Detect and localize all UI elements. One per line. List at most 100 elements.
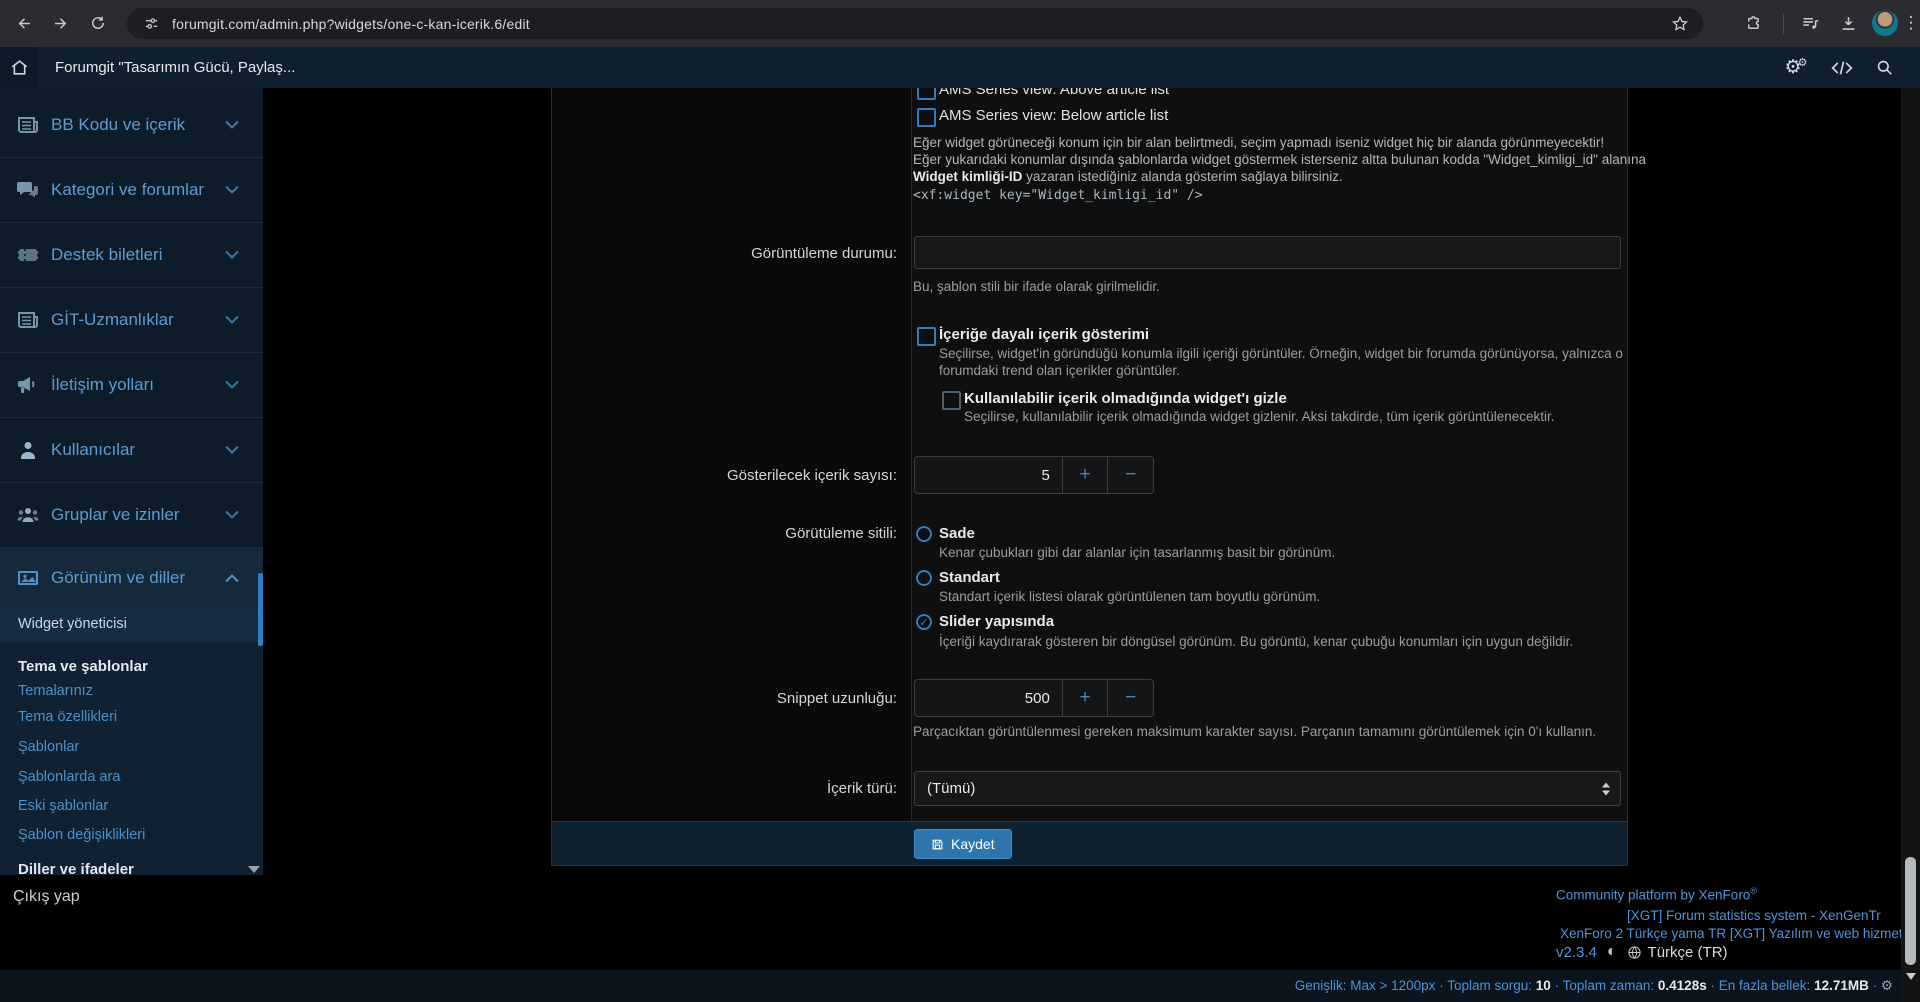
memory-value: 12.71MB [1814, 978, 1869, 993]
download-icon[interactable] [1836, 11, 1860, 35]
extensions-icon[interactable] [1742, 11, 1766, 35]
display-condition-input[interactable] [914, 236, 1621, 269]
hide-empty-checkbox[interactable] [942, 391, 961, 410]
style-radio-standard[interactable] [916, 570, 932, 586]
site-info-icon[interactable] [143, 15, 160, 32]
count-decrement-button[interactable]: − [1107, 457, 1153, 493]
url-text[interactable]: forumgit.com/admin.php?widgets/one-c-kan… [172, 16, 530, 32]
hide-empty-desc: Seçilirse, kullanılabilir içerik olmadığ… [964, 409, 1555, 424]
sidebar-link-widget-manager[interactable]: Widget yöneticisi [18, 616, 127, 632]
sidebar-item-users[interactable]: Kullanıcılar [0, 417, 263, 483]
addon-credit-link-2[interactable]: XenForo 2 Türkçe yama TR [XGT] Yazılım v… [1560, 926, 1920, 941]
snippet-stepper: 500 + − [914, 679, 1154, 717]
chevron-down-icon [225, 185, 239, 194]
dot-sep: · [1710, 978, 1715, 993]
width-label: Genişlik: [1295, 978, 1347, 993]
xenforo-copyright-link[interactable]: Community platform by XenForo® [1556, 886, 1757, 903]
search-icon[interactable] [1866, 47, 1902, 88]
debug-stats: Genişlik: Max > 1200px · Toplam sorgu: 1… [1295, 978, 1893, 994]
dot-sep: · [1555, 978, 1560, 993]
page-scrollbar[interactable] [1901, 47, 1920, 1002]
width-value: Max > 1200px [1350, 978, 1435, 993]
position-below-label: AMS Series view: Below article list [939, 107, 1168, 124]
sidebar-item-tickets[interactable]: Destek biletleri [0, 222, 263, 288]
position-note-line1: Eğer widget görüneceği konum için bir al… [913, 135, 1604, 150]
screen: forumgit.com/admin.php?widgets/one-c-kan… [0, 0, 1920, 1002]
sidebar-item-bbcode[interactable]: BB Kodu ve içerik [0, 92, 263, 158]
browser-menu-icon[interactable]: ⋮ [1899, 11, 1920, 35]
sidebar-item-communication[interactable]: İletişim yolları [0, 352, 263, 418]
snippet-increment-button[interactable]: + [1062, 680, 1108, 716]
sidebar-item-forums[interactable]: Kategori ve forumlar [0, 157, 263, 223]
sidebar-link-outdated-templates[interactable]: Eski şablonlar [18, 798, 108, 814]
sidebar-link-search-templates[interactable]: Şablonlarda ara [18, 769, 120, 785]
queries-label: Toplam sorgu: [1447, 978, 1532, 993]
footer-meta: v2.3.4 ◐ Türkçe (TR) [1556, 943, 1728, 961]
sidebar-item-label: Destek biletleri [51, 245, 163, 265]
snippet-decrement-button[interactable]: − [1107, 680, 1153, 716]
options-gears-icon[interactable]: ⚙⚙ [1778, 47, 1814, 88]
style-variation-icon[interactable]: ◐ [1607, 943, 1617, 961]
media-controls-icon[interactable] [1798, 11, 1822, 35]
save-button-label: Kaydet [951, 836, 995, 852]
style-option-standard: Standart [939, 569, 1000, 586]
sidebar-scrollbar-thumb[interactable] [258, 573, 263, 646]
style-radio-slider[interactable]: ✓ [916, 614, 932, 630]
save-button[interactable]: Kaydet [914, 829, 1012, 859]
newspaper-icon [16, 113, 40, 137]
forward-icon[interactable] [48, 11, 72, 35]
position-below-checkbox[interactable] [917, 108, 936, 127]
sidebar-link-style-properties[interactable]: Tema özellikleri [18, 709, 117, 725]
sidebar-item-label: Kullanıcılar [51, 440, 135, 460]
profile-avatar[interactable] [1872, 10, 1898, 36]
chevron-down-icon [225, 510, 239, 519]
chevron-down-icon [225, 250, 239, 259]
context-checkbox[interactable] [917, 327, 936, 346]
style-desc-simple: Kenar çubukları gibi dar alanlar için ta… [939, 545, 1335, 560]
sidebar-item-label: Kategori ve forumlar [51, 180, 204, 200]
count-value[interactable]: 5 [915, 457, 1062, 493]
sidebar-item-appearance[interactable]: Görünüm ve diller [0, 547, 263, 609]
display-condition-label: Görüntüleme durumu: [572, 245, 897, 262]
sidebar-item-label: BB Kodu ve içerik [51, 115, 185, 135]
position-note-line3: Widget kimliği-ID yazaran istediğiniz al… [913, 169, 1343, 184]
sidebar-link-your-styles[interactable]: Temalarınız [18, 683, 93, 699]
browser-toolbar: forumgit.com/admin.php?widgets/one-c-kan… [0, 0, 1920, 47]
submenu-divider [0, 641, 263, 642]
scrollbar-thumb[interactable] [1905, 857, 1916, 965]
context-label: İçeriğe dayalı içerik gösterimi [939, 326, 1149, 343]
sidebar-link-templates[interactable]: Şablonlar [18, 739, 79, 755]
sidebar-item-groups[interactable]: Gruplar ve izinler [0, 482, 263, 548]
count-increment-button[interactable]: + [1062, 457, 1108, 493]
sidebar-item-label: GİT-Uzmanlıklar [51, 310, 174, 330]
context-desc-line1: Seçilirse, widget'in göründüğü konumla i… [939, 346, 1623, 361]
language-label: Türkçe (TR) [1648, 944, 1728, 961]
sidebar-item-git[interactable]: GİT-Uzmanlıklar [0, 287, 263, 353]
snippet-hint: Parçacıktan görüntülenmesi gereken maksi… [913, 724, 1596, 739]
chevron-down-icon [225, 120, 239, 129]
snippet-value[interactable]: 500 [915, 680, 1062, 716]
site-title: Forumgit "Tasarımın Gücü, Paylaş... [55, 47, 295, 88]
submenu-active-row[interactable]: Widget yöneticisi [0, 609, 263, 641]
back-icon[interactable] [12, 11, 36, 35]
code-icon[interactable] [1824, 47, 1860, 88]
address-bar[interactable]: forumgit.com/admin.php?widgets/one-c-kan… [127, 8, 1703, 39]
bookmark-star-icon[interactable] [1671, 15, 1689, 33]
sidebar-link-template-modifications[interactable]: Şablon değişiklikleri [18, 827, 145, 843]
logout-link[interactable]: Çıkış yap [13, 888, 80, 906]
reload-icon[interactable] [86, 11, 110, 35]
debug-gear-icon[interactable]: ⚙ [1881, 978, 1893, 993]
scroll-down-icon[interactable] [1906, 973, 1916, 980]
content-type-select[interactable]: (Tümü) [914, 771, 1621, 806]
widget-id-bold: Widget kimliği-ID [913, 169, 1022, 184]
style-radio-simple[interactable] [916, 526, 932, 542]
addon-credit-link-1[interactable]: [XGT] Forum statistics system - XenGenTr [1627, 908, 1881, 923]
style-desc-slider: İçeriği kaydırarak gösteren bir döngüsel… [939, 634, 1573, 649]
sidebar-link-languages-partial[interactable]: Diller ve ifadeler [18, 861, 134, 875]
sidebar-scroll-down-icon[interactable] [248, 866, 260, 873]
sidebar-item-label: Gruplar ve izinler [51, 505, 180, 525]
home-icon[interactable] [0, 47, 38, 88]
chevron-down-icon [225, 380, 239, 389]
language-chooser[interactable]: Türkçe (TR) [1627, 944, 1728, 961]
platform-text: Community platform by XenForo [1556, 888, 1750, 903]
